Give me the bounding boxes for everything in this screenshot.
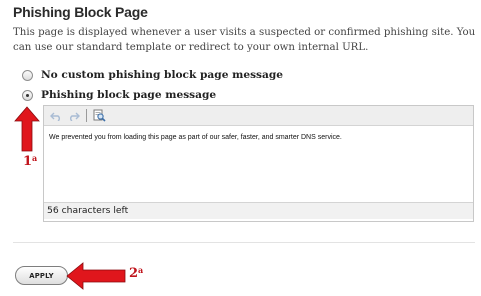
section-divider xyxy=(13,242,475,243)
up-arrow-annotation xyxy=(14,106,40,152)
section-description: This page is displayed whenever a user v… xyxy=(13,27,476,53)
annotation-number: 1 xyxy=(23,154,33,169)
undo-icon[interactable] xyxy=(48,108,64,124)
editor-toolbar xyxy=(44,106,473,126)
message-textarea[interactable]: We prevented you from loading this page … xyxy=(44,126,473,202)
apply-button[interactable]: APPLY xyxy=(15,266,68,285)
redo-icon[interactable] xyxy=(66,108,82,124)
toolbar-separator xyxy=(86,109,87,122)
message-editor: We prevented you from loading this page … xyxy=(43,105,474,222)
annotation-label-2: 2a xyxy=(129,265,144,281)
annotation-suffix: a xyxy=(32,153,38,163)
radio-custom-message[interactable] xyxy=(22,89,33,101)
annotation-number: 2 xyxy=(129,266,139,281)
option-custom-message[interactable]: Phishing block page message xyxy=(22,87,216,103)
left-arrow-annotation xyxy=(66,262,126,290)
option-label: Phishing block page message xyxy=(41,89,217,101)
option-no-custom-message[interactable]: No custom phishing block page message xyxy=(22,67,283,83)
annotation-suffix: a xyxy=(138,265,144,275)
section-title: Phishing Block Page xyxy=(13,4,148,20)
radio-no-custom-message[interactable] xyxy=(22,69,33,81)
annotation-label-1: 1a xyxy=(23,153,38,169)
option-label: No custom phishing block page message xyxy=(41,69,284,81)
character-count: 56 characters left xyxy=(44,202,473,219)
find-replace-icon[interactable] xyxy=(91,108,107,124)
